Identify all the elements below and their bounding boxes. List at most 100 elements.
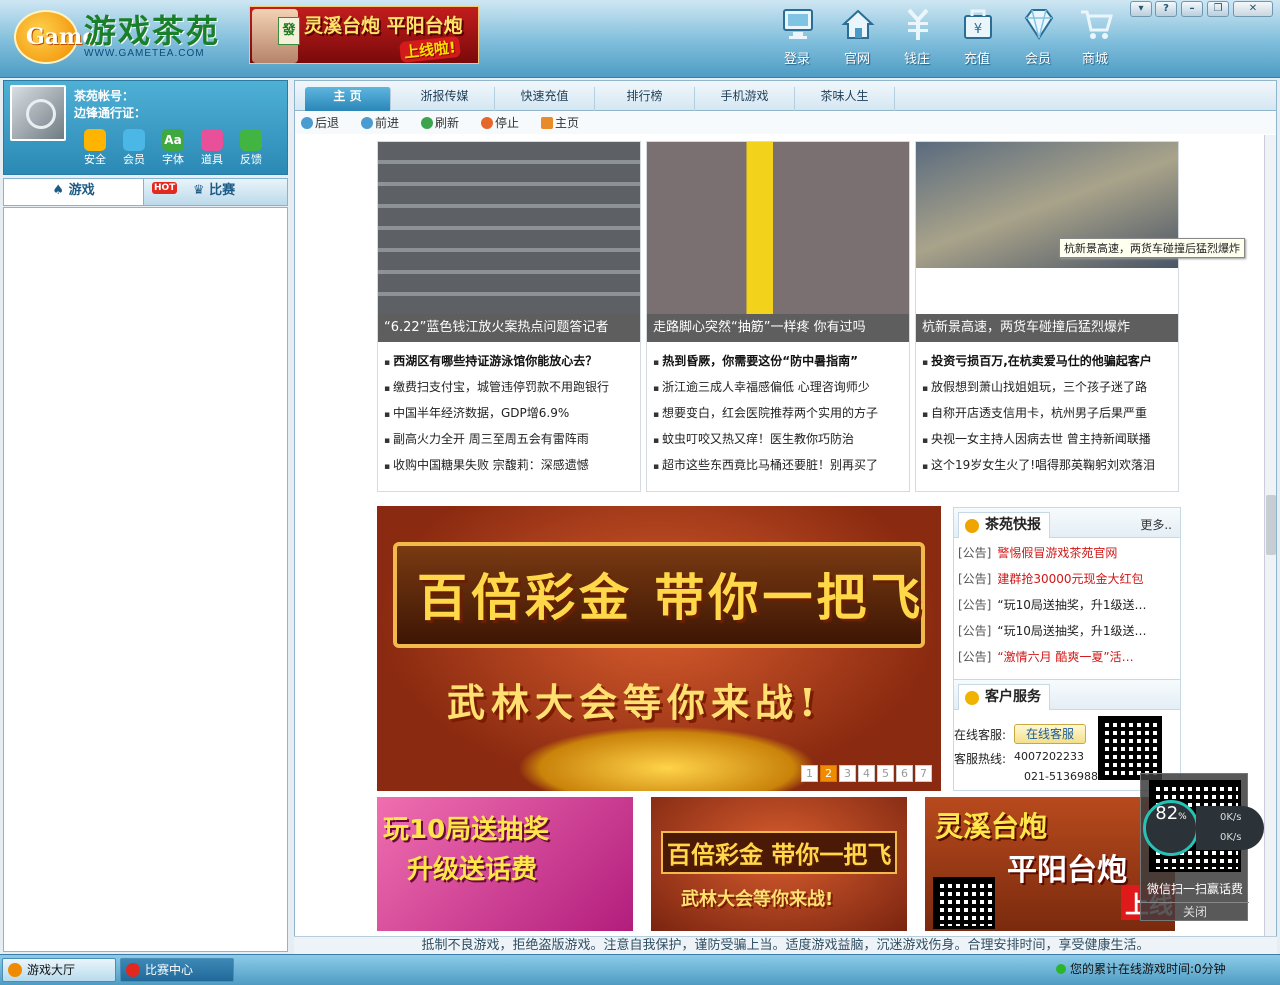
- tool-feedback-button[interactable]: 反馈: [232, 129, 270, 167]
- tab-games[interactable]: ♠ 游戏: [4, 179, 144, 205]
- notice-item[interactable]: [公告] “玩10局送抽奖，升1级送…: [958, 622, 1178, 648]
- taskbar-lobby-button[interactable]: 游戏大厅: [2, 958, 116, 982]
- notice-item[interactable]: [公告] “激情六月 酷爽一夏”活…: [958, 648, 1178, 674]
- list-item[interactable]: 这个19岁女生火了!唱得那英鞠躬刘欢落泪: [922, 456, 1176, 482]
- back-button[interactable]: 后退: [301, 114, 339, 132]
- tool-label: 会员: [123, 153, 145, 166]
- notice-tag: [公告]: [958, 598, 992, 612]
- nav-text: 停止: [495, 116, 520, 130]
- tool-font-button[interactable]: Aa 字体: [154, 129, 192, 167]
- scrollbar-thumb[interactable]: [1266, 495, 1276, 555]
- top-ad-banner[interactable]: 發 灵溪台炮 平阳台炮 上线啦!: [249, 6, 479, 64]
- tab-home[interactable]: 主 页: [305, 87, 391, 111]
- nav-login-button[interactable]: 登录: [768, 6, 826, 68]
- promo-taipao[interactable]: 灵溪台炮 平阳台炮 上线: [925, 797, 1175, 931]
- game-list: [3, 207, 288, 952]
- nav-recharge-button[interactable]: ¥ 充值: [948, 6, 1006, 68]
- list-item[interactable]: 央视一女主持人因病去世 曾主持新闻联播: [922, 430, 1176, 456]
- main-banner[interactable]: 百倍彩金 带你一把飞 武林大会等你来战! 1234567: [377, 506, 941, 791]
- list-item[interactable]: 放假想到萧山找姐姐玩，三个孩子迷了路: [922, 378, 1176, 404]
- online-service-button[interactable]: 在线客服: [1014, 724, 1086, 744]
- tab-ranking[interactable]: 排行榜: [595, 87, 695, 111]
- nav-shop-button[interactable]: 商城: [1066, 6, 1124, 68]
- tool-security-button[interactable]: 安全: [76, 129, 114, 167]
- tab-news[interactable]: 浙报传媒: [395, 87, 495, 111]
- list-item[interactable]: 浙江逾三成人幸福感偏低 心理咨询师少: [653, 378, 907, 404]
- list-item[interactable]: 收购中国糖果失败 宗馥莉：深感遗憾: [384, 456, 638, 482]
- phone-2: 021-51369888: [1024, 770, 1105, 783]
- pager-item-3[interactable]: 3: [839, 765, 856, 782]
- pager-item-5[interactable]: 5: [877, 765, 894, 782]
- taskbar-match-button[interactable]: 比赛中心: [120, 958, 234, 982]
- list-item[interactable]: 热到昏厥，你需要这份“防中暑指南”: [653, 352, 907, 378]
- logo[interactable]: Game 游戏茶苑 WWW.GAMETEA.COM: [14, 4, 234, 68]
- taskbar-label: 比赛中心: [145, 963, 194, 977]
- tab-tea-life[interactable]: 茶味人生: [795, 87, 895, 111]
- nav-label: 钱庄: [903, 52, 930, 67]
- list-item[interactable]: 西湖区有哪些持证游泳馆你能放心去？: [384, 352, 638, 378]
- window-close-button[interactable]: ✕: [1233, 1, 1273, 17]
- list-item[interactable]: 副高火力全开 周三至周五会有雷阵雨: [384, 430, 638, 456]
- meter-unit: %: [1178, 812, 1187, 822]
- widget-close-button[interactable]: 关闭: [1141, 902, 1249, 920]
- window-help-button[interactable]: ?: [1155, 1, 1177, 17]
- nav-bank-button[interactable]: 钱庄: [888, 6, 946, 68]
- meter-percent: 82: [1155, 803, 1179, 824]
- pager-item-6[interactable]: 6: [896, 765, 913, 782]
- list-item[interactable]: 投资亏损百万,在杭卖爱马仕的他骗起客户: [922, 352, 1176, 378]
- pager-item-1[interactable]: 1: [801, 765, 818, 782]
- nav-member-button[interactable]: 会员: [1009, 6, 1067, 68]
- pager-item-2[interactable]: 2: [820, 765, 837, 782]
- news-caption[interactable]: “6.22”蓝色钱江放火案热点问题答记者: [378, 314, 640, 342]
- news-card-2: 走路脚心突然“抽筋”一样疼 你有过吗 热到昏厥，你需要这份“防中暑指南” 浙江逾…: [646, 141, 910, 492]
- nav-home-button[interactable]: 官网: [828, 6, 886, 68]
- news-list: 热到昏厥，你需要这份“防中暑指南” 浙江逾三成人幸福感偏低 心理咨询师少 想要变…: [653, 352, 907, 482]
- list-item[interactable]: 自称开店透支信用卡，杭州男子后果严重: [922, 404, 1176, 430]
- notice-item[interactable]: [公告] “玩10局送抽奖，升1级送…: [958, 596, 1178, 622]
- tool-label: 反馈: [240, 153, 262, 166]
- pager-item-4[interactable]: 4: [858, 765, 875, 782]
- vertical-scrollbar[interactable]: [1264, 135, 1276, 951]
- browser-tabbar: 主 页 浙报传媒 快速充值 排行榜 手机游戏 茶味人生: [295, 81, 1276, 111]
- more-link[interactable]: 更多..: [1140, 516, 1172, 533]
- list-item[interactable]: 缴费扫支付宝，城管违停罚款不用跑银行: [384, 378, 638, 404]
- promo-lottery[interactable]: 玩10局送抽奖 升级送话费: [377, 797, 633, 931]
- pager-item-7[interactable]: 7: [915, 765, 932, 782]
- list-item[interactable]: 超市这些东西竟比马桶还要脏！别再买了: [653, 456, 907, 482]
- notice-item[interactable]: [公告] 警惕假冒游戏茶苑官网: [958, 544, 1178, 570]
- news-image-fire[interactable]: [378, 142, 640, 314]
- list-item[interactable]: 中国半年经济数据，GDP增6.9%: [384, 404, 638, 430]
- window-menu-button[interactable]: ▾: [1130, 1, 1152, 17]
- notice-item[interactable]: [公告] 建群抢30000元现金大红包: [958, 570, 1178, 596]
- browser-navbar: 后退 前进 刷新 停止 主页: [295, 112, 1276, 134]
- notice-tag: [公告]: [958, 650, 992, 664]
- stop-button[interactable]: 停止: [481, 114, 519, 132]
- news-caption[interactable]: 走路脚心突然“抽筋”一样疼 你有过吗: [647, 314, 909, 342]
- members-icon: [123, 129, 145, 151]
- list-item[interactable]: 蚊虫叮咬又热又痒！医生教你巧防治: [653, 430, 907, 456]
- speed-meter[interactable]: 82%: [1143, 800, 1199, 856]
- back-arrow-icon: [301, 117, 313, 129]
- refresh-icon: [421, 117, 433, 129]
- refresh-button[interactable]: 刷新: [421, 114, 459, 132]
- notice-title-text: 茶苑快报: [985, 517, 1041, 533]
- promo-line2: 平阳台炮: [1007, 853, 1127, 888]
- window-restore-button[interactable]: ❐: [1207, 1, 1229, 17]
- nav-label: 官网: [843, 52, 870, 67]
- news-caption[interactable]: 杭新景高速，两货车碰撞后猛烈爆炸: [916, 314, 1178, 342]
- window-minimize-button[interactable]: –: [1181, 1, 1203, 17]
- news-image-feet[interactable]: [647, 142, 909, 314]
- list-item[interactable]: 想要变白，红会医院推荐两个实用的方子: [653, 404, 907, 430]
- nav-label: 会员: [1024, 52, 1051, 67]
- home-button[interactable]: 主页: [541, 114, 579, 132]
- tool-props-button[interactable]: 道具: [193, 129, 231, 167]
- download-speed: 0K/s: [1220, 832, 1242, 843]
- tool-member-button[interactable]: 会员: [115, 129, 153, 167]
- tab-match[interactable]: ♛ 比赛: [184, 179, 244, 205]
- promo-jackpot[interactable]: 百倍彩金 带你一把飞 武林大会等你来战!: [651, 797, 907, 931]
- notice-text: 建群抢30000元现金大红包: [997, 572, 1144, 586]
- tab-recharge[interactable]: 快速充值: [495, 87, 595, 111]
- forward-button[interactable]: 前进: [361, 114, 399, 132]
- avatar[interactable]: [10, 85, 66, 141]
- tab-mobile-games[interactable]: 手机游戏: [695, 87, 795, 111]
